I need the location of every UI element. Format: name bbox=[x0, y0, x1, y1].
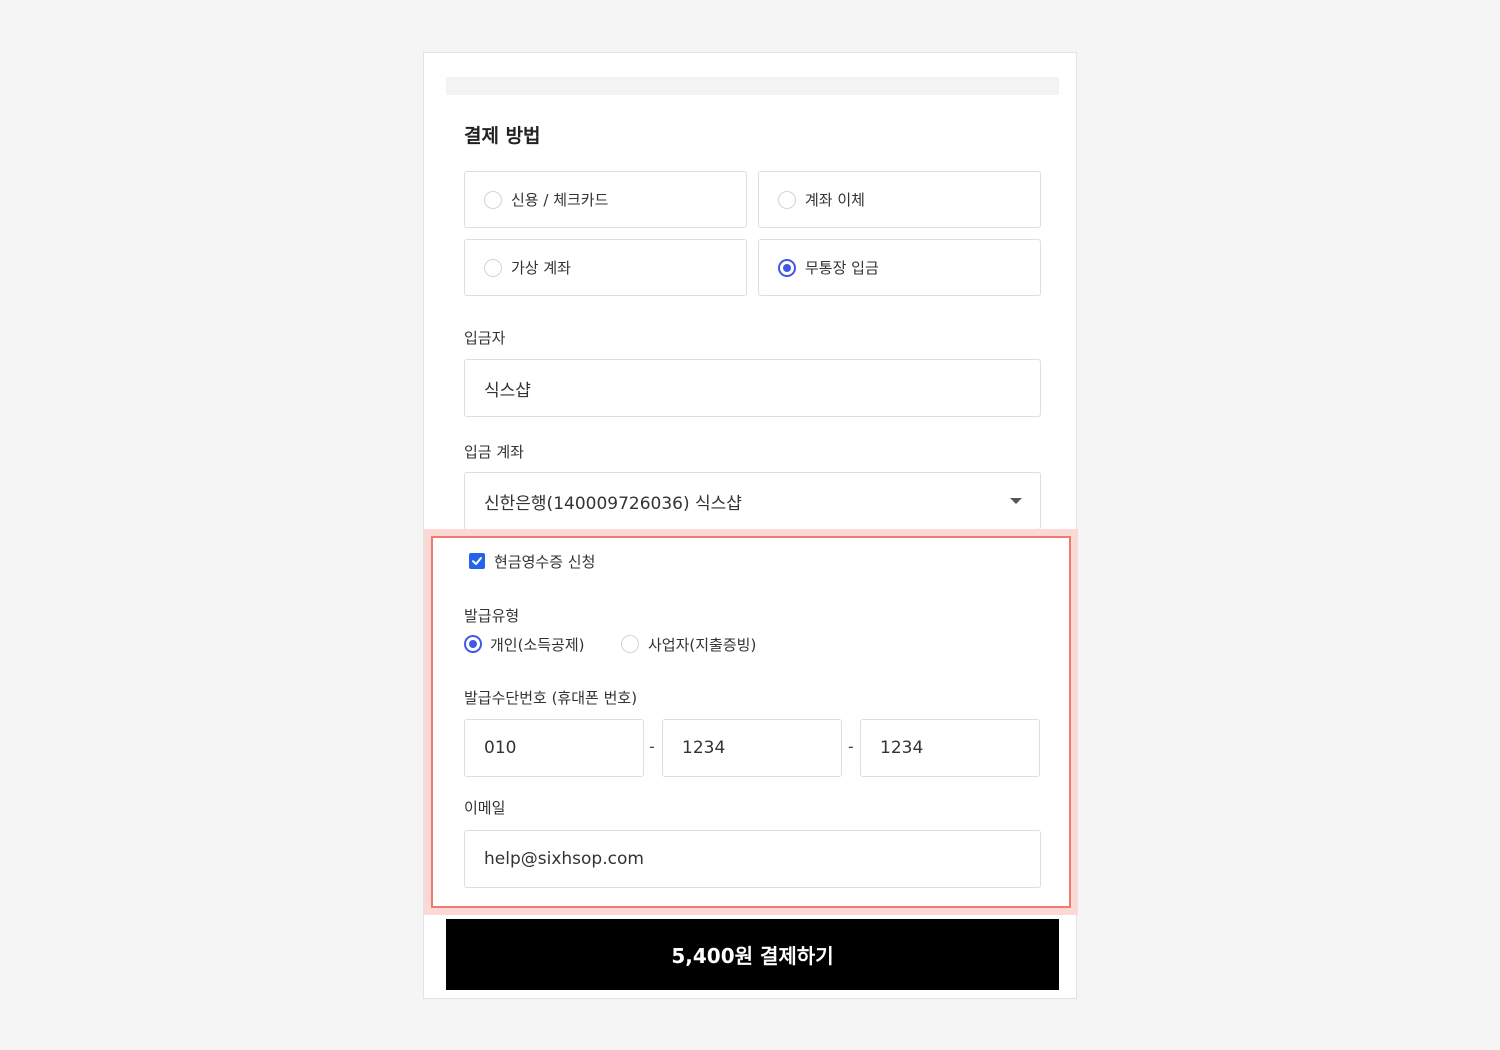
email-input[interactable]: help@sixhsop.com bbox=[464, 830, 1041, 888]
depositor-input[interactable]: 식스샵 bbox=[464, 359, 1041, 417]
account-select[interactable]: 신한은행(140009726036) 식스샵 bbox=[464, 472, 1041, 530]
cash-receipt-checkbox[interactable] bbox=[469, 553, 485, 569]
radio-icon[interactable] bbox=[621, 635, 639, 653]
account-select-value: 신한은행(140009726036) 식스샵 bbox=[484, 493, 742, 514]
pay-button[interactable]: 5,400원 결제하기 bbox=[446, 919, 1059, 990]
radio-selected-icon[interactable] bbox=[778, 258, 796, 277]
issue-type-label: 발급유형 bbox=[464, 607, 520, 625]
method-label-card: 신용 / 체크카드 bbox=[511, 191, 609, 209]
cash-receipt-checkbox-label: 현금영수증 신청 bbox=[494, 553, 596, 571]
checkout-panel: 결제 방법 신용 / 체크카드 계좌 이체 가상 계좌 무통장 입금 입금자 식… bbox=[423, 52, 1078, 999]
phone-part-2-input[interactable]: 1234 bbox=[662, 719, 842, 777]
radio-icon[interactable] bbox=[484, 190, 502, 209]
method-option-virtual-account[interactable]: 가상 계좌 bbox=[464, 239, 747, 296]
method-option-card[interactable]: 신용 / 체크카드 bbox=[464, 171, 747, 228]
radio-selected-icon[interactable] bbox=[464, 635, 482, 653]
method-label-transfer: 계좌 이체 bbox=[805, 191, 865, 209]
method-label-virtual-account: 가상 계좌 bbox=[511, 259, 571, 277]
method-label-bank-deposit: 무통장 입금 bbox=[805, 259, 879, 277]
phone-part-1-input[interactable]: 010 bbox=[464, 719, 644, 777]
phone-part-3-input[interactable]: 1234 bbox=[860, 719, 1040, 777]
chevron-down-icon bbox=[1010, 498, 1022, 504]
phone-dash: - bbox=[848, 737, 854, 756]
issue-type-business-label: 사업자(지출증빙) bbox=[648, 636, 757, 654]
phone-number-label: 발급수단번호 (휴대폰 번호) bbox=[464, 689, 638, 707]
issue-type-personal-label: 개인(소득공제) bbox=[490, 636, 585, 654]
top-divider-bar bbox=[446, 77, 1059, 95]
phone-dash: - bbox=[649, 737, 655, 756]
checkmark-icon bbox=[472, 557, 482, 565]
radio-icon[interactable] bbox=[778, 190, 796, 209]
email-label: 이메일 bbox=[464, 799, 506, 817]
depositor-label: 입금자 bbox=[464, 329, 506, 347]
account-label: 입금 계좌 bbox=[464, 443, 524, 461]
payment-method-title: 결제 방법 bbox=[464, 125, 541, 147]
method-option-transfer[interactable]: 계좌 이체 bbox=[758, 171, 1041, 228]
method-option-bank-deposit[interactable]: 무통장 입금 bbox=[758, 239, 1041, 296]
radio-icon[interactable] bbox=[484, 258, 502, 277]
